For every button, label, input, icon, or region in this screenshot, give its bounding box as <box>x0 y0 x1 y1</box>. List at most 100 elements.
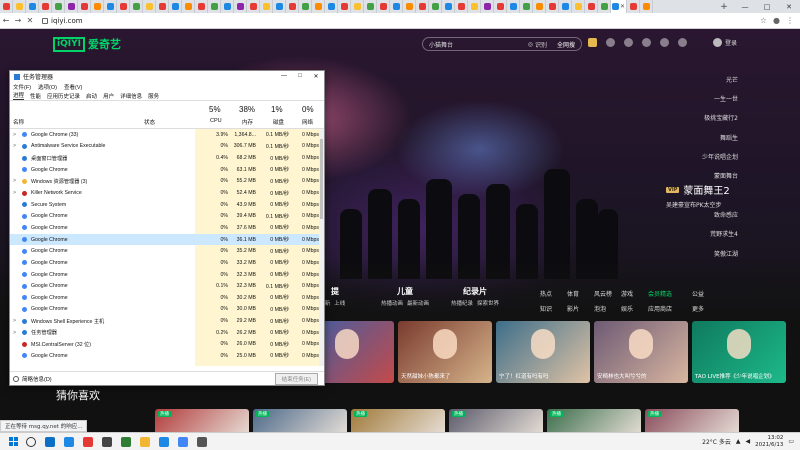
browser-tab[interactable] <box>208 0 221 13</box>
category-sub-link[interactable]: 最新动画 <box>407 299 429 307</box>
bookmark-star-icon[interactable]: ☆ <box>760 16 767 25</box>
category-link[interactable]: 游戏 <box>621 289 644 298</box>
taskbar-app-icon[interactable] <box>159 436 169 447</box>
col-cpu-header[interactable]: CPU <box>210 118 222 124</box>
category-link[interactable]: 风云榜 <box>594 289 617 298</box>
featured-title[interactable]: 蒙面舞王2 <box>683 182 729 197</box>
side-list-item[interactable]: 舞蹈生 <box>720 129 738 148</box>
browser-tab[interactable] <box>39 0 52 13</box>
expand-chevron-icon[interactable]: > <box>13 143 16 149</box>
browser-tab[interactable] <box>312 0 325 13</box>
expand-chevron-icon[interactable]: > <box>13 178 16 184</box>
browser-tab[interactable] <box>364 0 377 13</box>
browser-tab[interactable] <box>104 0 117 13</box>
browser-tab[interactable] <box>481 0 494 13</box>
recommend-card[interactable]: 天然甜妹小陈都来了 <box>398 321 492 383</box>
end-task-button[interactable]: 结束任务(E) <box>274 372 318 385</box>
tm-tab[interactable]: 进程 <box>13 91 25 100</box>
browser-tab[interactable] <box>13 0 26 13</box>
message-icon[interactable] <box>642 38 651 47</box>
download-icon[interactable] <box>678 38 687 47</box>
taskbar-search-icon[interactable] <box>26 436 36 447</box>
taskbar-app-icon[interactable] <box>121 436 131 447</box>
browser-tab[interactable] <box>533 0 546 13</box>
process-row[interactable]: Google Chrome 0% 33.2 MB 0 MB/秒 0 Mbps <box>10 257 324 269</box>
search-button[interactable]: 全网搜 <box>557 40 581 49</box>
browser-tab[interactable] <box>26 0 39 13</box>
browser-tab[interactable] <box>299 0 312 13</box>
category-name[interactable]: 儿童 <box>370 286 440 297</box>
category-sub-link[interactable]: 探索世界 <box>477 299 499 307</box>
process-row[interactable]: Google Chrome 0.1% 32.3 MB 0.1 MB/秒 0 Mbps <box>10 280 324 292</box>
tm-title-bar[interactable]: 任务管理器 — □ ✕ <box>10 71 324 82</box>
category-sub-link[interactable]: 新 <box>325 299 331 307</box>
category-link[interactable]: 娱乐 <box>621 304 644 313</box>
tm-maximize-button[interactable]: □ <box>292 73 308 80</box>
col-disk-header[interactable]: 磁盘 <box>273 118 284 126</box>
browser-tab[interactable] <box>559 0 572 13</box>
tm-tab[interactable]: 服务 <box>148 92 159 100</box>
guess-card[interactable]: 热播 <box>155 409 249 432</box>
browser-tab[interactable] <box>130 0 143 13</box>
browser-tab[interactable] <box>286 0 299 13</box>
forward-icon[interactable]: → <box>12 13 24 29</box>
process-row[interactable]: Google Chrome 0% 63.1 MB 0 MB/秒 0 Mbps <box>10 164 324 176</box>
notification-icon[interactable]: ▭ <box>788 438 794 445</box>
browser-tab[interactable] <box>429 0 442 13</box>
process-row[interactable]: Google Chrome 0% 25.0 MB 0 MB/秒 0 Mbps <box>10 350 324 362</box>
minimize-button[interactable]: — <box>734 0 756 13</box>
browser-tab[interactable] <box>65 0 78 13</box>
image-search-button[interactable]: ◎ 识别 <box>528 40 553 49</box>
category-link[interactable]: 应用商店 <box>648 304 688 313</box>
process-row[interactable]: Google Chrome 0% 39.4 MB 0.1 MB/秒 0 Mbps <box>10 210 324 222</box>
process-row[interactable]: > Windows 资源管理器 (3) 0% 55.2 MB 0 MB/秒 0 Mbps <box>10 176 324 188</box>
close-window-button[interactable]: ✕ <box>778 0 800 13</box>
browser-tab[interactable] <box>195 0 208 13</box>
tm-close-button[interactable]: ✕ <box>308 73 324 80</box>
stop-loading-icon[interactable]: ✕ <box>24 13 36 29</box>
browser-tab[interactable] <box>325 0 338 13</box>
process-row[interactable]: Google Chrome 0% 32.3 MB 0 MB/秒 0 Mbps <box>10 269 324 281</box>
taskbar-app-icon[interactable] <box>140 436 150 447</box>
search-box[interactable]: 小猫舞台 ◎ 识别 全网搜 <box>422 37 582 51</box>
category-sub-link[interactable]: 热播动画 <box>381 299 403 307</box>
guess-card[interactable]: 热播 <box>351 409 445 432</box>
side-list-item[interactable]: 少年说唱企划 <box>702 148 738 167</box>
category-1[interactable]: 儿童热播动画 最新动画 <box>370 286 440 307</box>
volume-icon[interactable]: ◀ <box>746 438 751 445</box>
browser-tab[interactable] <box>0 0 13 13</box>
process-row[interactable]: Secure System 0% 43.9 MB 0 MB/秒 0 Mbps <box>10 199 324 211</box>
process-row[interactable]: > 任务管理器 0.2% 26.2 MB 0 MB/秒 0 Mbps <box>10 327 324 339</box>
process-row[interactable]: Google Chrome 0% 36.1 MB 0 MB/秒 0 Mbps <box>10 233 324 246</box>
side-list-item[interactable]: 荒野求生4 <box>710 225 738 244</box>
side-list-item[interactable]: 一生一世 <box>714 90 738 109</box>
url-field[interactable]: iqiyi.com <box>42 17 83 25</box>
category-sub-link[interactable]: 热播纪录 <box>451 299 473 307</box>
browser-tab[interactable] <box>273 0 286 13</box>
login-button[interactable]: 登录 <box>713 38 737 47</box>
start-button[interactable] <box>6 433 20 450</box>
process-row[interactable]: Google Chrome 0% 30.2 MB 0 MB/秒 0 Mbps <box>10 292 324 304</box>
browser-tab[interactable] <box>572 0 585 13</box>
tab-close-icon[interactable]: ✕ <box>620 3 625 10</box>
browser-tab[interactable] <box>442 0 455 13</box>
tm-menu-item[interactable]: 文件(F) <box>13 83 31 91</box>
browser-tab[interactable] <box>598 0 611 13</box>
network-icon[interactable]: ▲ <box>736 438 741 445</box>
browser-tab[interactable] <box>221 0 234 13</box>
category-name[interactable]: 纪录片 <box>440 286 510 297</box>
tm-tab[interactable]: 详细信息 <box>120 92 142 100</box>
maximize-button[interactable]: □ <box>756 0 778 13</box>
browser-tab[interactable] <box>627 0 640 13</box>
guess-card[interactable]: 热播 <box>645 409 739 432</box>
category-link[interactable]: 知识 <box>540 304 563 313</box>
process-row[interactable]: 桌面窗口管理器 0.4% 68.2 MB 0 MB/秒 0 Mbps <box>10 152 324 164</box>
process-row[interactable]: > Google Chrome (33) 3.9% 1,364.8... 0.1 MB/… <box>10 129 324 141</box>
browser-tab[interactable] <box>260 0 273 13</box>
taskbar-app-icon[interactable] <box>45 436 55 447</box>
browser-tab[interactable] <box>169 0 182 13</box>
process-row[interactable]: Google Chrome 0% 30.0 MB 0 MB/秒 0 Mbps <box>10 304 324 316</box>
category-2[interactable]: 纪录片热播纪录 探索世界 <box>440 286 510 307</box>
browser-tab[interactable] <box>520 0 533 13</box>
browser-tab[interactable] <box>351 0 364 13</box>
